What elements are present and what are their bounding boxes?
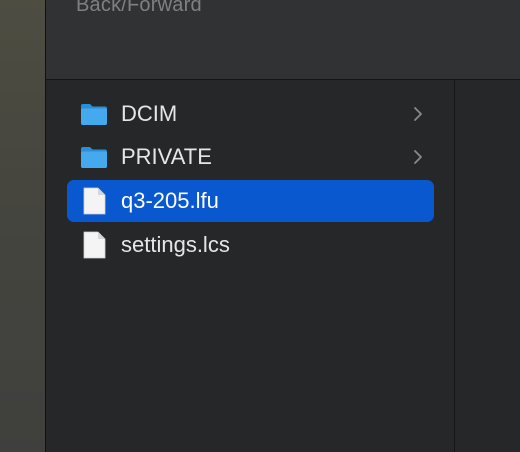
list-item-dcim[interactable]: DCIM	[67, 93, 434, 135]
folder-icon	[81, 104, 107, 125]
desktop-background	[0, 0, 45, 452]
list-item-label: settings.lcs	[121, 232, 230, 257]
chevron-right-icon	[414, 107, 422, 121]
list-item-label: PRIVATE	[121, 144, 212, 169]
list-item-label: DCIM	[121, 101, 178, 126]
list-item-settings-lcs[interactable]: settings.lcs	[67, 224, 434, 266]
empty-column	[455, 80, 520, 452]
chevron-right-icon	[414, 150, 422, 164]
folder-icon	[81, 147, 107, 168]
finder-window: Back/Forward DCIM PRIVATE q3-205.lfu set…	[45, 0, 520, 452]
back-forward-label: Back/Forward	[76, 0, 202, 16]
document-icon	[83, 187, 106, 215]
list-item-q3-205-lfu[interactable]: q3-205.lfu	[67, 180, 434, 222]
toolbar: Back/Forward	[46, 0, 520, 80]
list-item-label: q3-205.lfu	[121, 188, 219, 213]
column-view: DCIM PRIVATE q3-205.lfu settings.lcs	[46, 80, 455, 452]
list-item-private[interactable]: PRIVATE	[67, 136, 434, 178]
document-icon	[83, 231, 106, 259]
